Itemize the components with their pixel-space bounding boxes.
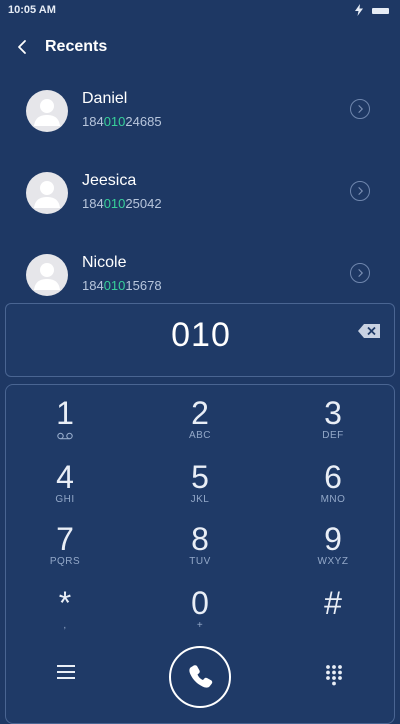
key-3[interactable]: 3 DEF — [273, 396, 393, 456]
key-hash[interactable]: # — [273, 586, 393, 646]
contact-number: 18401025042 — [82, 196, 162, 211]
battery-icon — [372, 8, 389, 14]
key-digit: 0 — [191, 585, 209, 621]
key-digit: 2 — [191, 395, 209, 431]
charging-icon — [355, 4, 363, 16]
key-digit: 1 — [56, 395, 74, 431]
key-digit: * — [58, 585, 72, 621]
info-icon[interactable] — [350, 181, 370, 201]
avatar — [26, 90, 68, 132]
contact-row-nicole[interactable]: Nicole 18401015678 — [0, 240, 400, 312]
contact-number: 18401015678 — [82, 278, 162, 293]
menu-icon[interactable] — [57, 664, 75, 680]
info-icon[interactable] — [350, 263, 370, 283]
avatar — [26, 172, 68, 214]
contact-number: 18401024685 — [82, 114, 162, 129]
contact-name: Nicole — [82, 254, 127, 271]
call-button[interactable] — [169, 646, 231, 708]
key-5[interactable]: 5 JKL — [140, 460, 260, 520]
contact-row-daniel[interactable]: Daniel 18401024685 — [0, 76, 400, 148]
avatar — [26, 254, 68, 296]
status-time: 10:05 AM — [8, 4, 56, 16]
key-letters: + — [196, 620, 204, 631]
key-4[interactable]: 4 GHI — [5, 460, 125, 520]
key-1[interactable]: 1 — [5, 396, 125, 456]
key-2[interactable]: 2 ABC — [140, 396, 260, 456]
key-letters: JKL — [190, 494, 210, 505]
key-digit: 4 — [56, 459, 74, 495]
key-9[interactable]: 9 WXYZ — [273, 522, 393, 582]
info-icon[interactable] — [350, 99, 370, 119]
key-digit: 5 — [191, 459, 209, 495]
key-digit: 8 — [191, 521, 209, 557]
person-icon — [34, 181, 60, 208]
contact-name: Jeesica — [82, 172, 137, 189]
contact-row-jeesica[interactable]: Jeesica 18401025042 — [0, 158, 400, 230]
key-letters: TUV — [189, 556, 211, 567]
key-7[interactable]: 7 PQRS — [5, 522, 125, 582]
dial-input-panel: 010 — [5, 303, 395, 377]
key-digit: # — [324, 585, 342, 621]
back-icon[interactable] — [14, 38, 32, 56]
key-letters: GHI — [55, 494, 75, 505]
key-letters: , — [63, 620, 67, 631]
key-letters: WXYZ — [317, 556, 349, 567]
person-icon — [34, 99, 60, 126]
contact-name: Daniel — [82, 90, 128, 107]
keypad-grid-icon[interactable] — [325, 664, 343, 686]
key-letters: MNO — [320, 494, 346, 505]
key-8[interactable]: 8 TUV — [140, 522, 260, 582]
key-digit: 3 — [324, 395, 342, 431]
key-6[interactable]: 6 MNO — [273, 460, 393, 520]
page-title: Recents — [45, 38, 108, 55]
key-letters: DEF — [322, 430, 344, 441]
key-0[interactable]: 0 + — [140, 586, 260, 646]
key-digit: 7 — [56, 521, 74, 557]
key-star[interactable]: * , — [5, 586, 125, 646]
status-bar: 10:05 AM — [0, 0, 400, 22]
voicemail-icon — [57, 432, 73, 440]
key-digit: 9 — [324, 521, 342, 557]
backspace-icon[interactable] — [358, 324, 380, 338]
header: Recents — [0, 30, 400, 64]
phone-icon — [189, 665, 213, 688]
dial-input[interactable]: 010 — [6, 316, 396, 355]
key-digit: 6 — [324, 459, 342, 495]
person-icon — [34, 263, 60, 290]
key-letters: PQRS — [49, 556, 81, 567]
key-letters: ABC — [188, 430, 212, 441]
